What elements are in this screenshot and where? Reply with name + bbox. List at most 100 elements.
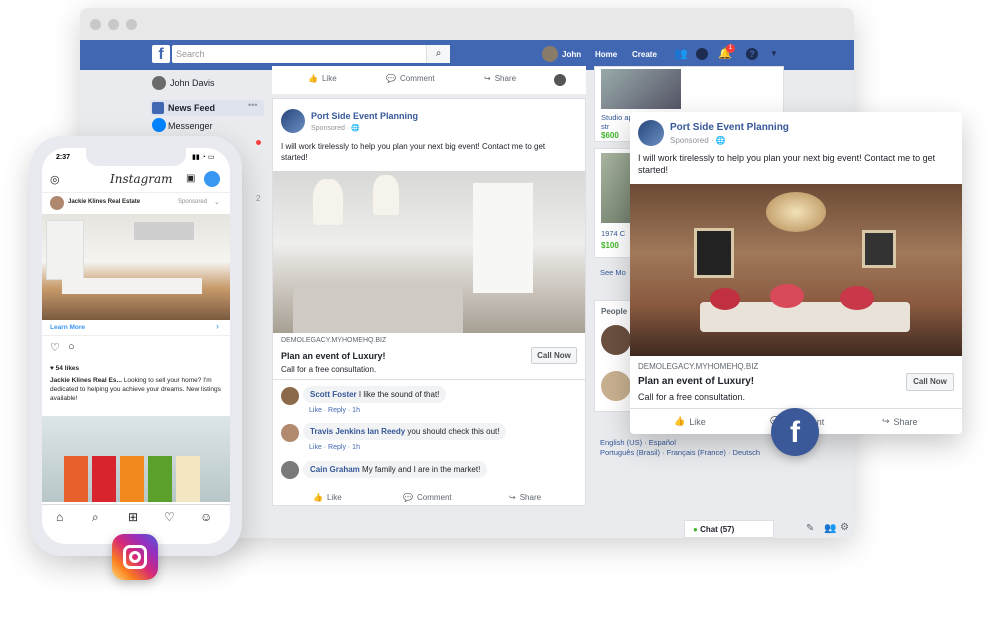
help-icon[interactable]: ? [746, 48, 758, 60]
gear-icon[interactable]: ⚙ [840, 522, 849, 533]
ad-url: DEMOLEGACY.MYHOMEHQ.BIZ [638, 362, 759, 371]
search-icon[interactable]: ⌕ [92, 510, 99, 525]
sponsored-label: Sponsored · 🌐 [670, 136, 726, 145]
juice-bottle [148, 456, 172, 502]
people-heading: People [601, 307, 628, 316]
account-name[interactable]: Jackie Klines Real Estate [68, 199, 140, 205]
avatar[interactable] [554, 74, 566, 86]
like-label: Like [326, 493, 342, 502]
camera-icon[interactable]: ◎ [50, 173, 60, 186]
online-dot-icon: ● [693, 525, 701, 534]
comment-label: Comment [399, 74, 435, 83]
phone-frame: 2:37 ▮▮ ◔ ▭ ◎ Instagram ▣ Jackie Klines … [30, 136, 242, 556]
comment-actions[interactable]: Like · Reply · 1h [309, 407, 360, 414]
see-more-link[interactable]: See Mo [600, 268, 626, 277]
window-minimize-button[interactable] [108, 19, 119, 30]
flowers [770, 284, 804, 308]
friends-icon[interactable]: 👥 [674, 47, 688, 60]
likes-count: ♥ 54 likes [50, 364, 79, 373]
divider [273, 379, 585, 380]
like-button[interactable]: 👍 Like [313, 493, 342, 502]
heart-icon[interactable]: ♡ [50, 341, 60, 354]
like-label: Like [321, 74, 337, 83]
page-name-link[interactable]: Port Side Event Planning [311, 111, 418, 121]
sponsored-text: Sponsored [670, 136, 709, 145]
profile-icon[interactable]: ☺ [200, 510, 212, 524]
ad-headline[interactable]: Plan an event of Luxury! [638, 376, 754, 387]
like-button[interactable]: 👍 Like [308, 74, 337, 83]
sponsored-label: Sponsored · 🌐 [311, 125, 360, 132]
post-image[interactable] [42, 214, 230, 320]
like-label: Like [689, 416, 706, 427]
thumbs-up-icon: 👍 [674, 416, 686, 426]
chat-bar[interactable]: ● Chat (57) [684, 520, 774, 538]
page-name-link[interactable]: Port Side Event Planning [670, 122, 789, 133]
listing-title[interactable]: 1974 C [601, 229, 625, 238]
igtv-icon[interactable]: ▣ [186, 173, 195, 184]
share-button[interactable]: ↪ Share [484, 74, 516, 83]
flowers [710, 288, 740, 310]
direct-message-icon[interactable] [204, 171, 220, 187]
share-button[interactable]: ↪ Share [509, 493, 541, 502]
divider [42, 192, 230, 193]
new-message-icon[interactable]: ✎ [806, 523, 814, 534]
home-link[interactable]: Home [595, 50, 617, 59]
comment-icon[interactable]: ○ [68, 341, 75, 353]
post-image[interactable] [630, 184, 962, 356]
add-post-icon[interactable]: ⊞ [128, 510, 138, 524]
commenter-name[interactable]: Travis Jenkins [310, 427, 365, 436]
likes-text: 54 likes [55, 365, 80, 372]
call-now-button[interactable]: Call Now [906, 373, 954, 391]
mention-link[interactable]: Ian Reedy [367, 427, 405, 436]
learn-more-link[interactable]: Learn More [50, 324, 85, 331]
comment-icon: 💬 [386, 74, 396, 83]
like-button[interactable]: 👍 Like [674, 416, 706, 427]
comment-button[interactable]: 💬Comment [403, 493, 452, 502]
window-close-button[interactable] [90, 19, 101, 30]
share-button[interactable]: ↪ Share [882, 416, 918, 427]
avatar[interactable] [542, 46, 558, 62]
wall-portrait [862, 230, 896, 268]
page-avatar[interactable] [281, 109, 305, 133]
avatar[interactable] [601, 325, 631, 355]
comment-bubble: Travis Jenkins Ian Reedy you should chec… [303, 423, 507, 440]
avatar [152, 76, 166, 90]
facebook-logo-icon[interactable]: f [152, 45, 170, 63]
sofa [293, 281, 463, 333]
juice-bottle [92, 456, 116, 502]
comment-actions[interactable]: Like · Reply · 1h [309, 444, 360, 451]
create-link[interactable]: Create [632, 50, 657, 59]
commenter-name[interactable]: Scott Foster [310, 390, 357, 399]
more-options-icon[interactable]: ••• [248, 100, 257, 110]
comment-text: I like the sound of that! [358, 390, 440, 399]
ad-subtitle: Call for a free consultation. [281, 365, 377, 374]
page-avatar[interactable] [638, 120, 664, 146]
post-image[interactable] [273, 171, 585, 333]
chevron-down-icon[interactable]: ⌄ [214, 198, 220, 206]
heart-icon[interactable]: ♡ [164, 510, 175, 524]
language-links[interactable]: English (US) · Español Português (Brasil… [600, 438, 780, 458]
messenger-icon[interactable] [696, 48, 708, 60]
sidebar-item-messenger[interactable]: Messenger [168, 121, 213, 131]
caption-account[interactable]: Jackie Klines Real Es... [50, 377, 122, 384]
call-now-button[interactable]: Call Now [531, 347, 577, 364]
ad-headline[interactable]: Plan an event of Luxury! [281, 351, 386, 361]
search-button[interactable]: ⌕ [426, 45, 450, 63]
facebook-logo-icon: f [771, 408, 819, 456]
search-input[interactable]: Search [172, 45, 450, 63]
profile-link[interactable]: John [562, 50, 581, 59]
group-icon[interactable]: 👥 [824, 523, 836, 534]
avatar [281, 461, 299, 479]
commenter-name[interactable]: Cain Graham [310, 465, 360, 474]
comment-button[interactable]: 💬Comment [386, 74, 435, 83]
sidebar-item-profile[interactable]: John Davis [170, 78, 215, 88]
window-maximize-button[interactable] [126, 19, 137, 30]
comment-text: you should check this out! [407, 427, 500, 436]
home-icon[interactable]: ⌂ [56, 510, 63, 524]
next-post-image[interactable] [42, 416, 230, 502]
learn-more-bar[interactable]: Learn More › [42, 320, 230, 336]
avatar[interactable] [601, 371, 631, 401]
instagram-logo-lens [129, 551, 141, 563]
chevron-down-icon[interactable]: ▼ [770, 49, 778, 58]
avatar[interactable] [50, 196, 64, 210]
